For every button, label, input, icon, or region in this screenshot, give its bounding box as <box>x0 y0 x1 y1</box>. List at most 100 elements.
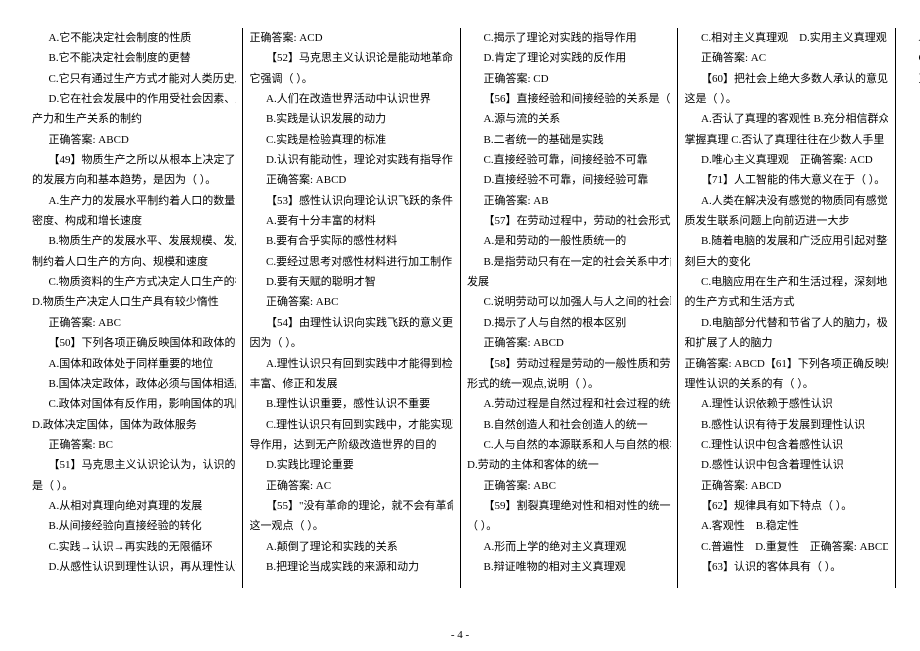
text-line: C.客观性 D.社会历史性 <box>902 48 920 68</box>
text-line: D.劳动的主体和客体的统一 <box>467 455 671 475</box>
text-line: （ ）。 <box>467 516 671 536</box>
text-line: C.人与自然的本源联系和人与自然的根本区别 <box>467 435 671 455</box>
text-line: D.从感性认识到理性认识，再从理性认识到实践 <box>32 557 236 577</box>
text-line: 是（ ）。 <box>32 476 236 496</box>
text-line: A.理性认识只有回到实践中才能得到检验、补充、 <box>250 354 454 374</box>
text-line: A.理性认识依赖于感性认识 <box>685 394 889 414</box>
text-line: 【50】下列各项正确反映国体和政体的关系的有 <box>32 333 236 353</box>
text-line: 发展 <box>467 272 671 292</box>
text-line: 密度、构成和增长速度 <box>32 211 236 231</box>
text-line: A.劳动过程是自然过程和社会过程的统一 <box>467 394 671 414</box>
text-line: C.普遍性 D.重复性 正确答案: ABCD <box>685 537 889 557</box>
text-line: C.政体对国体有反作用，影响国体的巩固和发展 <box>32 394 236 414</box>
text-line: 【57】在劳动过程中，劳动的社会形式（ ）。 <box>467 211 671 231</box>
text-line: 【55】"没有革命的理论，就不会有革命的运动" <box>250 496 454 516</box>
text-line: D.感性认识中包含着理性认识 <box>685 455 889 475</box>
text-line: B.国体决定政体，政体必须与国体相适应 <box>32 374 236 394</box>
text-line: 和扩展了人的脑力 <box>685 333 889 353</box>
text-line: A.颠倒了理论和实践的关系 <box>250 537 454 557</box>
exam-page: A.它不能决定社会制度的性质B.它不能决定社会制度的更替C.它只有通过生产方式才… <box>0 0 920 651</box>
text-line: 它强调（ ）。 <box>250 69 454 89</box>
text-line: C.理性认识只有回到实践中，才能实现理论的指 <box>250 415 454 435</box>
text-line: 形式的统一观点,说明（ ）。 <box>467 374 671 394</box>
text-line: 正确答案: ABCD <box>32 130 236 150</box>
text-line: B.随着电脑的发展和广泛应用引起对整个世界深 <box>685 231 889 251</box>
text-line: 正确答案: CD <box>467 69 671 89</box>
text-line: A.形而上学的绝对主义真理观 <box>467 537 671 557</box>
text-line: 【64】不可知论（ ）。 <box>902 89 920 109</box>
text-line: D.认识有能动性，理论对实践有指导作用 <box>250 150 454 170</box>
text-line: 正确答案: ABCD【61】下列各项正确反映感性认识与 <box>685 354 889 374</box>
text-line: D.要有天赋的聪明才智 <box>250 272 454 292</box>
text-line: 的发展方向和基本趋势，是因为（ ）。 <box>32 170 236 190</box>
text-line: 【49】物质生产之所以从根本上决定了人口生产 <box>32 150 236 170</box>
text-line: 丰富、修正和发展 <box>250 374 454 394</box>
text-line: C.相对主义真理观 D.实用主义真理观 <box>685 28 889 48</box>
text-line: 这是（ ）。 <box>685 89 889 109</box>
text-line: 正确答案: ABC <box>32 313 236 333</box>
text-line: 正确答案: ABCD <box>685 476 889 496</box>
text-line: D.唯心主义真理观 正确答案: ACD <box>685 150 889 170</box>
text-line: D.电脑部分代替和节省了人的脑力，极大地延伸 <box>685 313 889 333</box>
text-line: 【60】把社会上绝大多数人承认的意见视为真理， <box>685 69 889 89</box>
text-line: 正确答案: ACD <box>902 69 920 89</box>
text-line: B.是指劳动只有在一定的社会关系中才能展开和 <box>467 252 671 272</box>
text-line: B.自然创造人和社会创造人的统一 <box>467 415 671 435</box>
text-line: A.对象性 B.意识性 <box>902 28 920 48</box>
text-line: 【71】人工智能的伟大意义在于（ ）。 <box>685 170 889 190</box>
text-line: C.物质资料的生产方式决定人口生产的社会形式 <box>32 272 236 292</box>
text-line: 正确答案: ABCD <box>250 170 454 190</box>
text-line: 正确答案: AB <box>467 191 671 211</box>
text-line: 正确答案: ABC <box>467 476 671 496</box>
text-line: B.二者统一的基础是实践 <box>467 130 671 150</box>
text-line: D.直接经验不可靠，间接经验可靠 <box>467 170 671 190</box>
text-line: 【56】直接经验和间接经验的关系是（ ）。 <box>467 89 671 109</box>
text-line: A.从相对真理向绝对真理的发展 <box>32 496 236 516</box>
text-line: B.辩证唯物的相对主义真理观 <box>467 557 671 577</box>
text-line: 刻巨大的变化 <box>685 252 889 272</box>
text-line: B.把理论当成实践的来源和动力 <box>250 557 454 577</box>
text-line: A.否认了真理的客观性 B.充分相信群众，使群众 <box>685 109 889 129</box>
text-line: 【63】认识的客体具有（ ）。 <box>685 557 889 577</box>
text-line: A.人类在解决没有感觉的物质同有感觉能力的物 <box>685 191 889 211</box>
text-line: 【58】劳动过程是劳动的一般性质和劳动的社会 <box>467 354 671 374</box>
text-line: D.揭示了人与自然的根本区别 <box>467 313 671 333</box>
text-line: C.说明劳动可以加强人与人之间的社会联系 <box>467 292 671 312</box>
text-line: B.它不能决定社会制度的更替 <box>32 48 236 68</box>
text-line: B.要有合乎实际的感性材料 <box>250 231 454 251</box>
text-line: C.揭示了理论对实践的指导作用 <box>467 28 671 48</box>
text-line: 质发生联系问题上向前迈进一大步 <box>685 211 889 231</box>
text-line: 正确答案: AC <box>250 476 454 496</box>
text-line: 正确答案: ACD <box>250 28 454 48</box>
text-line: A.它不能决定社会制度的性质 <box>32 28 236 48</box>
text-line: A.生产力的发展水平制约着人口的数量、质量、 <box>32 191 236 211</box>
text-line: 【52】马克思主义认识论是能动地革命的反映论， <box>250 48 454 68</box>
text-line: 正确答案: ABCD <box>467 333 671 353</box>
content-columns: A.它不能决定社会制度的性质B.它不能决定社会制度的更替C.它只有通过生产方式才… <box>32 28 888 588</box>
text-line: 正确答案: BC <box>32 435 236 455</box>
text-line: C.要经过思考对感性材料进行加工制作 <box>250 252 454 272</box>
page-number: - 4 - <box>0 629 920 641</box>
text-line: B.感性认识有待于发展到理性认识 <box>685 415 889 435</box>
text-line: 【53】感性认识向理论认识飞跃的条件有（ ）。 <box>250 191 454 211</box>
text-line: 理性认识的关系的有（ ）。 <box>685 374 889 394</box>
text-line: A.国体和政体处于同样重要的地位 <box>32 354 236 374</box>
text-line: C.直接经验可靠，间接经验不可靠 <box>467 150 671 170</box>
text-line: D.它在社会发展中的作用受社会因素、主要受生 <box>32 89 236 109</box>
text-line: 制约着人口生产的方向、规模和速度 <box>32 252 236 272</box>
text-line: 掌握真理 C.否认了真理往往在少数人手里 <box>685 130 889 150</box>
text-line: B.理性认识重要，感性认识不重要 <box>250 394 454 414</box>
text-line: B.实践是认识发展的动力 <box>250 109 454 129</box>
text-line: 【51】马克思主义认识论认为，认识的辩证过程 <box>32 455 236 475</box>
text-line: B.物质生产的发展水平、发展规模、发展速度， <box>32 231 236 251</box>
text-line: A.要有十分丰富的材料 <box>250 211 454 231</box>
text-line: 【54】由理性认识向实践飞跃的意义更加伟大， <box>250 313 454 333</box>
text-line: C.电脑应用在生产和生活过程，深刻地改变了人们 <box>685 272 889 292</box>
text-line: D.肯定了理论对实践的反作用 <box>467 48 671 68</box>
text-line: 【59】割裂真理绝对性和相对性的统一会导致 <box>467 496 671 516</box>
text-line: 正确答案: ABC <box>250 292 454 312</box>
text-line: 正确答案: AC <box>685 48 889 68</box>
text-line: C.实践→认识→再实践的无限循环 <box>32 537 236 557</box>
text-line: A.源与流的关系 <box>467 109 671 129</box>
text-line: 这一观点（ ）。 <box>250 516 454 536</box>
